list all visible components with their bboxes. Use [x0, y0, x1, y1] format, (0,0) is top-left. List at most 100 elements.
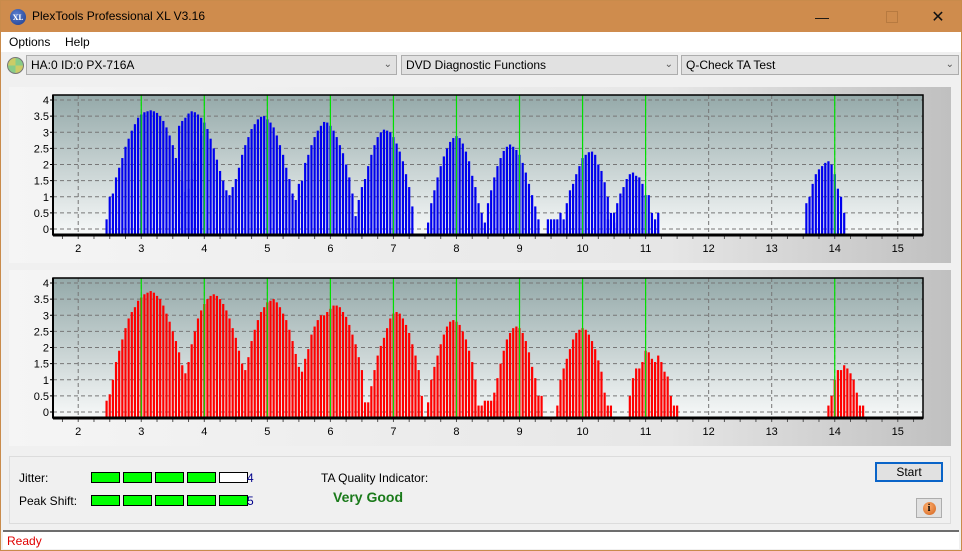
- histogram-bar: [672, 405, 676, 418]
- histogram-bar: [146, 111, 149, 235]
- histogram-bar: [237, 350, 241, 418]
- histogram-bar: [647, 195, 650, 235]
- histogram-bar: [524, 172, 527, 235]
- minimize-button[interactable]: —: [799, 1, 845, 32]
- menu-help[interactable]: Help: [65, 35, 90, 49]
- histogram-bar: [650, 212, 654, 235]
- histogram-bar: [531, 195, 534, 235]
- histogram-bar: [162, 120, 165, 235]
- y-tick-label: 2: [43, 343, 49, 355]
- histogram-bar: [821, 166, 824, 235]
- histogram-bar: [827, 161, 830, 235]
- histogram-bar: [335, 137, 338, 235]
- histogram-bar: [471, 175, 474, 235]
- x-tick-label: 13: [766, 426, 778, 438]
- histogram-bar: [641, 183, 644, 235]
- histogram-bar: [572, 183, 575, 235]
- histogram-bar: [168, 321, 171, 418]
- x-tick-label: 6: [327, 426, 333, 438]
- histogram-bar: [130, 312, 133, 418]
- histogram-bar: [174, 158, 178, 235]
- start-button[interactable]: Start: [875, 462, 943, 482]
- maximize-button[interactable]: [869, 1, 915, 32]
- histogram-bar: [433, 366, 436, 418]
- histogram-bar: [584, 329, 587, 418]
- histogram-bar: [830, 164, 833, 235]
- histogram-bar: [458, 324, 461, 418]
- histogram-bar: [568, 349, 572, 418]
- histogram-bar: [351, 334, 354, 418]
- histogram-bar: [114, 177, 118, 235]
- histogram-bar: [162, 305, 165, 418]
- lower-chart-panel: 0 0.5 1 1.5 2 2.5 3 3.5 4 2 3 4 5 6 7 8 9 10 11 12 13 14 15: [9, 270, 951, 446]
- drive-select[interactable]: HA:0 ID:0 PX-716A ⌄: [26, 55, 397, 75]
- histogram-bar: [650, 358, 654, 418]
- info-button[interactable]: i: [916, 498, 942, 518]
- histogram-bar: [297, 183, 300, 235]
- histogram-bar: [241, 363, 244, 418]
- histogram-bar: [496, 378, 499, 418]
- histogram-bar: [357, 357, 360, 418]
- x-tick-label: 13: [766, 243, 778, 255]
- histogram-bar: [584, 154, 587, 235]
- histogram-bar: [316, 130, 319, 235]
- meter-segment: [219, 472, 248, 483]
- histogram-bar: [222, 180, 225, 235]
- test-select[interactable]: Q-Check TA Test ⌄: [681, 55, 959, 75]
- histogram-bar: [137, 300, 140, 418]
- histogram-bar: [209, 138, 212, 235]
- histogram-bar: [297, 366, 300, 418]
- histogram-bar: [165, 127, 168, 235]
- histogram-bar: [508, 144, 512, 235]
- y-tick-label: 0: [43, 224, 49, 236]
- status-text: Ready: [7, 534, 42, 548]
- histogram-bar: [389, 132, 392, 235]
- x-tick-label: 5: [264, 243, 270, 255]
- histogram-bar: [149, 110, 152, 235]
- histogram-bar: [537, 219, 540, 235]
- histogram-bar: [427, 222, 430, 235]
- app-window: XL PlexTools Professional XL V3.16 — ✕ O…: [0, 0, 962, 551]
- histogram-bar: [118, 167, 121, 235]
- histogram-bar: [505, 146, 509, 235]
- histogram-bar: [196, 114, 200, 235]
- histogram-bar: [439, 344, 442, 418]
- histogram-bar: [165, 313, 168, 418]
- histogram-bar: [105, 400, 108, 418]
- histogram-bar: [496, 166, 499, 235]
- histogram-bar: [657, 212, 660, 235]
- histogram-bar: [502, 350, 505, 418]
- histogram-bar: [159, 299, 162, 418]
- histogram-bar: [612, 212, 616, 235]
- histogram-bar: [228, 318, 231, 418]
- histogram-bar: [313, 137, 316, 235]
- histogram-bar: [152, 292, 155, 418]
- histogram-bar: [512, 328, 515, 418]
- histogram-bar: [562, 219, 565, 235]
- histogram-bar: [471, 362, 474, 418]
- function-select[interactable]: DVD Diagnostic Functions ⌄: [401, 55, 678, 75]
- histogram-bar: [376, 355, 379, 418]
- close-icon: ✕: [931, 8, 945, 26]
- histogram-bar: [121, 158, 124, 235]
- histogram-bar: [304, 162, 307, 235]
- disc-drive-icon: [7, 57, 24, 74]
- histogram-bar: [200, 310, 203, 418]
- x-tick-label: 2: [75, 426, 81, 438]
- histogram-bar: [537, 395, 540, 418]
- histogram-bar: [527, 183, 531, 235]
- histogram-bar: [653, 362, 657, 418]
- histogram-bar: [461, 331, 464, 418]
- histogram-bar: [587, 152, 590, 235]
- menu-options[interactable]: Options: [9, 35, 50, 49]
- jitter-meter: [91, 472, 248, 483]
- histogram-bar: [247, 357, 250, 418]
- histogram-bar: [282, 154, 285, 235]
- ta-quality-label: TA Quality Indicator:: [321, 471, 429, 485]
- histogram-bar: [575, 332, 578, 418]
- histogram-bar: [127, 138, 130, 235]
- histogram-bar: [480, 212, 483, 235]
- histogram-bar: [143, 294, 146, 418]
- histogram-bar: [187, 362, 190, 418]
- close-button[interactable]: ✕: [915, 1, 961, 32]
